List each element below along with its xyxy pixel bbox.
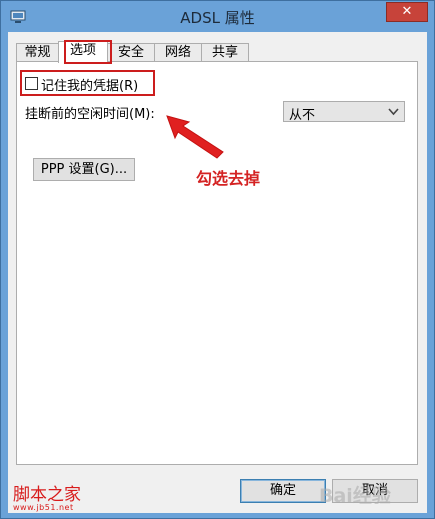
- ok-button[interactable]: 确定: [240, 479, 326, 503]
- remember-credentials-label[interactable]: 记住我的凭据(R): [41, 75, 138, 94]
- window-title: ADSL 属性: [180, 9, 255, 27]
- dialog-window: ADSL 属性 ✕ 常规 选项 安全 网络 共享 记住我的凭据(R) 挂断前的空…: [0, 0, 435, 519]
- baidu-jingyan-watermark: Bai经验: [319, 484, 392, 507]
- tab-sharing[interactable]: 共享: [201, 43, 249, 62]
- annotation-text: 勾选去掉: [196, 169, 261, 188]
- ppp-settings-button[interactable]: PPP 设置(G)...: [33, 158, 135, 181]
- site-logo: 脚本之家: [13, 485, 81, 505]
- tab-security[interactable]: 安全: [107, 43, 155, 62]
- idle-time-label: 挂断前的空闲时间(M):: [25, 107, 155, 122]
- tab-highlight-box: [64, 40, 112, 64]
- tab-networking[interactable]: 网络: [154, 43, 202, 62]
- tab-general[interactable]: 常规: [16, 43, 59, 62]
- close-button[interactable]: ✕: [386, 2, 428, 22]
- remember-credentials-checkbox[interactable]: [25, 77, 38, 90]
- chevron-down-icon: [388, 106, 399, 117]
- title-bar[interactable]: ADSL 属性 ✕: [1, 1, 434, 32]
- close-icon: ✕: [401, 4, 413, 19]
- red-arrow-icon: [166, 115, 224, 159]
- site-url: www.jb51.net: [13, 503, 74, 512]
- dialog-client-area: 常规 选项 安全 网络 共享 记住我的凭据(R) 挂断前的空闲时间(M): 从不…: [8, 32, 427, 513]
- idle-time-select[interactable]: 从不: [283, 101, 405, 123]
- baidu-watermark-text: Bai经验: [319, 484, 392, 507]
- idle-time-value: 从不: [289, 108, 316, 123]
